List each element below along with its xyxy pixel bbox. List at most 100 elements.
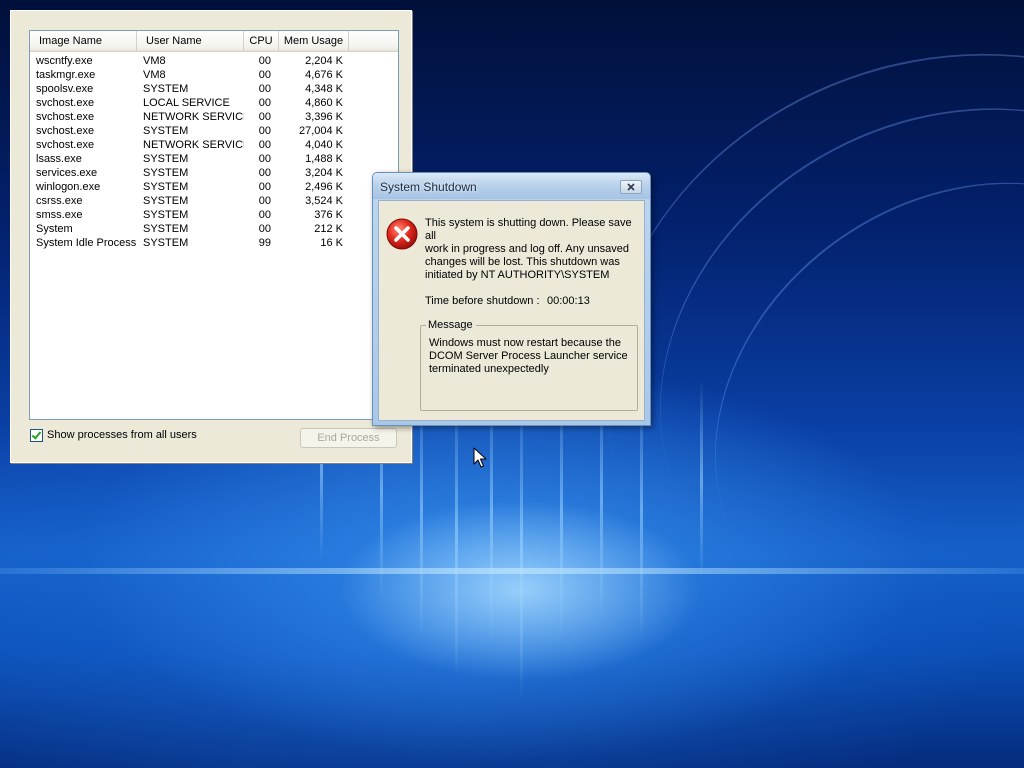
process-row[interactable]: svchost.exe NETWORK SERVICE 00 4,040 K: [30, 138, 398, 152]
process-image-name: smss.exe: [36, 209, 83, 221]
process-user-name: SYSTEM: [143, 195, 189, 207]
process-image-name: svchost.exe: [36, 125, 95, 137]
process-user-name: LOCAL SERVICE: [143, 97, 230, 109]
process-row[interactable]: svchost.exe NETWORK SERVICE 00 3,396 K: [30, 110, 398, 124]
process-row[interactable]: svchost.exe SYSTEM 00 27,004 K: [30, 124, 398, 138]
process-row[interactable]: System Idle Process SYSTEM 99 16 K: [30, 236, 398, 250]
process-image-name: lsass.exe: [36, 153, 82, 165]
process-mem-usage: 16 K: [320, 237, 343, 249]
process-cpu: 00: [258, 181, 271, 193]
process-user-name: SYSTEM: [143, 223, 189, 235]
process-row[interactable]: wscntfy.exe VM8 00 2,204 K: [30, 54, 398, 68]
wallpaper-horizon: [0, 568, 1024, 574]
reason-line: Windows must now restart because the: [429, 337, 621, 349]
process-cpu: 00: [258, 97, 271, 109]
process-image-name: svchost.exe: [36, 97, 95, 109]
process-user-name: SYSTEM: [143, 83, 189, 95]
wallpaper-streak: [700, 380, 703, 580]
close-glyph-icon: [627, 183, 635, 191]
process-user-name: SYSTEM: [143, 125, 189, 137]
process-mem-usage: 2,496 K: [305, 181, 343, 193]
process-image-name: svchost.exe: [36, 111, 95, 123]
process-cpu: 99: [258, 237, 271, 249]
process-image-name: taskmgr.exe: [36, 69, 96, 81]
process-row[interactable]: winlogon.exe SYSTEM 00 2,496 K: [30, 180, 398, 194]
process-cpu: 00: [258, 167, 271, 179]
process-user-name: SYSTEM: [143, 167, 189, 179]
column-header-image-name[interactable]: Image Name: [30, 31, 137, 51]
process-user-name: SYSTEM: [143, 153, 189, 165]
warning-line: This system is shutting down. Please sav…: [425, 217, 632, 242]
process-user-name: NETWORK SERVICE: [143, 111, 244, 123]
process-row[interactable]: csrss.exe SYSTEM 00 3,524 K: [30, 194, 398, 208]
process-row[interactable]: services.exe SYSTEM 00 3,204 K: [30, 166, 398, 180]
process-user-name: SYSTEM: [143, 237, 189, 249]
show-all-users-label[interactable]: Show processes from all users: [47, 429, 197, 441]
time-before-shutdown-label: Time before shutdown :: [425, 295, 540, 307]
process-cpu: 00: [258, 69, 271, 81]
process-cpu: 00: [258, 111, 271, 123]
reason-line: terminated unexpectedly: [429, 363, 549, 375]
process-cpu: 00: [258, 139, 271, 151]
task-manager-window[interactable]: Image Name User Name CPU Mem Usage wscnt…: [10, 10, 412, 463]
process-user-name: SYSTEM: [143, 181, 189, 193]
end-process-button[interactable]: End Process: [300, 428, 397, 448]
column-header-filler: [349, 31, 398, 51]
process-row[interactable]: lsass.exe SYSTEM 00 1,488 K: [30, 152, 398, 166]
process-cpu: 00: [258, 153, 271, 165]
reason-line: DCOM Server Process Launcher service: [429, 350, 628, 362]
process-mem-usage: 2,204 K: [305, 55, 343, 67]
process-cpu: 00: [258, 223, 271, 235]
system-shutdown-dialog[interactable]: System Shutdown This system is shutting …: [372, 172, 651, 426]
process-cpu: 00: [258, 195, 271, 207]
process-row[interactable]: spoolsv.exe SYSTEM 00 4,348 K: [30, 82, 398, 96]
process-user-name: SYSTEM: [143, 209, 189, 221]
process-mem-usage: 4,860 K: [305, 97, 343, 109]
checkbox-checked-icon[interactable]: [30, 428, 43, 442]
process-mem-usage: 4,040 K: [305, 139, 343, 151]
process-cpu: 00: [258, 55, 271, 67]
process-cpu: 00: [258, 125, 271, 137]
process-row[interactable]: svchost.exe LOCAL SERVICE 00 4,860 K: [30, 96, 398, 110]
process-image-name: spoolsv.exe: [36, 83, 94, 95]
process-image-name: csrss.exe: [36, 195, 83, 207]
dialog-title: System Shutdown: [380, 180, 477, 194]
process-mem-usage: 212 K: [314, 223, 343, 235]
column-header-user-name[interactable]: User Name: [137, 31, 244, 51]
process-mem-usage: 3,204 K: [305, 167, 343, 179]
process-list[interactable]: Image Name User Name CPU Mem Usage wscnt…: [29, 30, 399, 420]
process-list-header: Image Name User Name CPU Mem Usage: [30, 31, 398, 52]
error-icon: [386, 218, 418, 250]
process-mem-usage: 3,524 K: [305, 195, 343, 207]
time-before-shutdown-value: 00:00:13: [547, 295, 590, 307]
process-mem-usage: 27,004 K: [298, 125, 343, 137]
process-mem-usage: 4,676 K: [305, 69, 343, 81]
warning-line: work in progress and log off. Any unsave…: [425, 243, 630, 255]
process-user-name: VM8: [143, 69, 166, 81]
process-image-name: winlogon.exe: [36, 181, 101, 193]
process-mem-usage: 4,348 K: [305, 83, 343, 95]
column-header-mem-usage[interactable]: Mem Usage: [279, 31, 349, 51]
shutdown-reason-text: Windows must now restart because the DCO…: [429, 337, 633, 376]
close-icon[interactable]: [620, 180, 642, 194]
process-user-name: VM8: [143, 55, 166, 67]
process-image-name: services.exe: [36, 167, 98, 179]
warning-line: initiated by NT AUTHORITY\SYSTEM: [425, 269, 610, 281]
process-mem-usage: 1,488 K: [305, 153, 343, 165]
process-image-name: svchost.exe: [36, 139, 95, 151]
warning-line: changes will be lost. This shutdown was: [425, 256, 620, 268]
process-row[interactable]: smss.exe SYSTEM 00 376 K: [30, 208, 398, 222]
show-all-users-checkbox[interactable]: Show processes from all users: [30, 428, 197, 442]
process-row[interactable]: System SYSTEM 00 212 K: [30, 222, 398, 236]
process-cpu: 00: [258, 209, 271, 221]
column-header-cpu[interactable]: CPU: [244, 31, 279, 51]
process-image-name: System: [36, 223, 73, 235]
process-mem-usage: 376 K: [314, 209, 343, 221]
process-row[interactable]: taskmgr.exe VM8 00 4,676 K: [30, 68, 398, 82]
process-mem-usage: 3,396 K: [305, 111, 343, 123]
desktop[interactable]: Image Name User Name CPU Mem Usage wscnt…: [0, 0, 1024, 768]
dialog-titlebar[interactable]: System Shutdown: [373, 173, 650, 199]
message-legend: Message: [426, 319, 476, 331]
dialog-body: This system is shutting down. Please sav…: [378, 200, 645, 421]
process-image-name: wscntfy.exe: [36, 55, 93, 67]
